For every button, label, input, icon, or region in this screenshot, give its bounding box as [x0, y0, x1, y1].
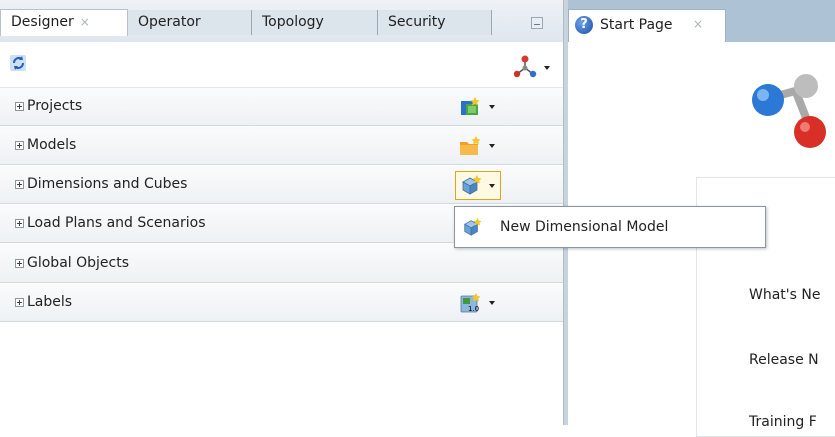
- accordion-projects[interactable]: Projects: [0, 88, 563, 126]
- odi-molecule-logo: [752, 74, 826, 148]
- dimensional-model-icon: [463, 217, 482, 236]
- models-dropdown-caret-icon[interactable]: [489, 144, 495, 148]
- expand-dimensions-icon[interactable]: [15, 180, 24, 189]
- accordion-global-objects-label: Global Objects: [27, 255, 129, 271]
- projects-dropdown-caret-icon[interactable]: [489, 105, 495, 109]
- tab-start-page-close-icon[interactable]: ×: [693, 17, 703, 31]
- expand-labels-icon[interactable]: [15, 298, 24, 307]
- tab-designer-close-icon[interactable]: ×: [80, 15, 90, 29]
- tab-operator[interactable]: Operator: [128, 10, 252, 35]
- tab-topology[interactable]: Topology: [252, 10, 378, 35]
- navigator-toolbar: [0, 42, 563, 88]
- tab-security[interactable]: Security: [378, 10, 492, 35]
- minimize-pane-icon[interactable]: [531, 17, 543, 29]
- dimensions-dropdown-caret-icon[interactable]: [489, 184, 495, 188]
- expand-models-icon[interactable]: [15, 141, 24, 150]
- tab-start-page[interactable]: ? Start Page ×: [568, 9, 726, 42]
- expand-projects-icon[interactable]: [15, 102, 24, 111]
- menu-item-new-dimensional-model[interactable]: New Dimensional Model: [455, 207, 765, 247]
- accordion-labels-label: Labels: [27, 294, 73, 310]
- accordion-labels[interactable]: Labels 1.0: [0, 284, 563, 322]
- expand-load-plans-icon[interactable]: [15, 219, 24, 228]
- training-link[interactable]: Training F: [749, 414, 817, 430]
- labels-dropdown-caret-icon[interactable]: [489, 301, 495, 305]
- labels-new-button[interactable]: 1.0: [458, 290, 500, 317]
- new-dimensional-model-menu: New Dimensional Model: [454, 206, 766, 248]
- tab-security-label: Security: [388, 14, 446, 30]
- models-new-button[interactable]: [458, 133, 500, 160]
- accordion-dimensions-and-cubes[interactable]: Dimensions and Cubes: [0, 166, 563, 204]
- menu-item-label: New Dimensional Model: [500, 219, 669, 235]
- tab-operator-label: Operator: [138, 14, 201, 30]
- new-model-folder-icon: [460, 136, 481, 155]
- accordion-models-label: Models: [27, 137, 77, 153]
- accordion-projects-label: Projects: [27, 98, 83, 114]
- dimensions-new-button[interactable]: [455, 171, 501, 200]
- tab-designer[interactable]: Designer ×: [0, 9, 128, 36]
- whats-new-link[interactable]: What's Ne: [749, 287, 820, 303]
- new-project-icon: [461, 97, 480, 115]
- accordion-dimensions-label: Dimensions and Cubes: [27, 176, 188, 192]
- editor-tab-bar: ? Start Page ×: [568, 0, 835, 42]
- accordion-global-objects[interactable]: Global Objects: [0, 245, 563, 283]
- help-icon: ?: [575, 16, 593, 34]
- accordion-models[interactable]: Models: [0, 127, 563, 165]
- connect-dropdown-caret-icon[interactable]: [544, 66, 550, 70]
- connect-navigator-icon[interactable]: [512, 54, 538, 78]
- tab-designer-label: Designer: [11, 14, 74, 30]
- accordion-load-plans-label: Load Plans and Scenarios: [27, 215, 206, 231]
- refresh-icon[interactable]: [8, 52, 30, 74]
- release-notes-link[interactable]: Release N: [749, 352, 819, 368]
- new-label-icon: 1.0: [460, 293, 481, 313]
- tab-start-page-label: Start Page: [600, 17, 673, 33]
- navigator-tab-bar: Designer × Operator Topology Security: [0, 0, 563, 42]
- tab-topology-label: Topology: [262, 14, 324, 30]
- projects-new-button[interactable]: [458, 94, 500, 121]
- svg-text:1.0: 1.0: [468, 305, 479, 313]
- expand-global-objects-icon[interactable]: [15, 259, 24, 268]
- dimensional-model-icon: [462, 175, 482, 195]
